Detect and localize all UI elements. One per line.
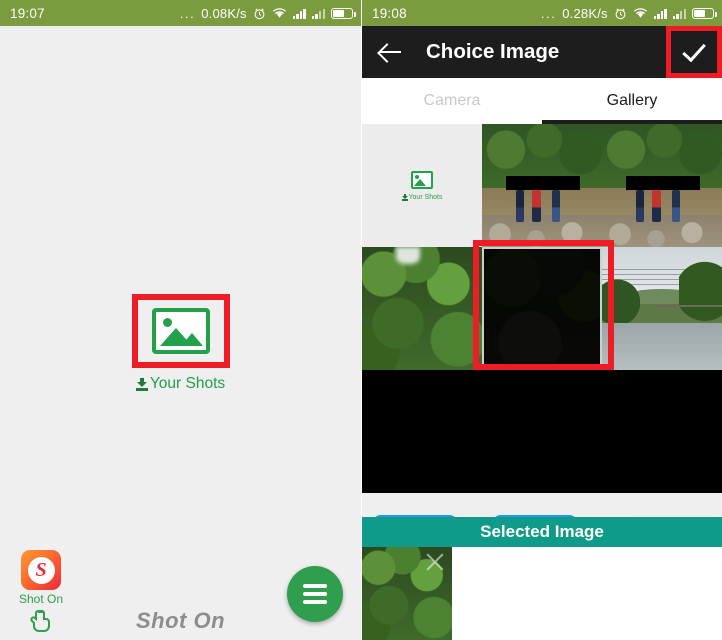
remove-x-icon[interactable] — [424, 551, 446, 573]
gallery-placeholder-label: Your Shots — [408, 193, 443, 201]
gallery-row — [362, 370, 722, 493]
chat-bubble-text: Jadi udh sold out semua kak xiaomi redmi… — [491, 515, 578, 517]
hamburger-menu-icon — [303, 584, 327, 588]
gallery-cell-river-people-2[interactable] — [602, 124, 722, 247]
selected-image-header: Selected Image — [362, 517, 722, 547]
wifi-icon — [633, 7, 648, 19]
gallery-cell-your-shots[interactable]: Your Shots — [362, 124, 482, 247]
chat-bubble-text: Kuota yg baru akan ditambah pada besok j… — [371, 515, 458, 517]
app-bar: Choice Image — [362, 26, 722, 78]
check-icon — [682, 37, 706, 63]
wifi-icon — [272, 7, 287, 19]
gallery-cell-river-bridge[interactable] — [602, 247, 722, 370]
status-time: 19:07 — [10, 5, 45, 21]
your-shots-label: Your Shots — [149, 375, 226, 392]
back-arrow-icon[interactable] — [378, 39, 404, 65]
left-app-body: Your Shots S Shot On Shot On — [0, 26, 361, 640]
gallery-cell-black-1[interactable] — [362, 370, 482, 493]
confirm-selection-button[interactable] — [666, 26, 722, 78]
signal-icon-secondary — [672, 8, 686, 19]
gallery-row — [362, 247, 722, 370]
red-highlight-box-placeholder — [131, 294, 230, 368]
shot-on-icon-letter: S — [27, 556, 55, 584]
status-more-dots: ... — [179, 5, 196, 21]
gallery-row: Your Shots — [362, 124, 722, 247]
selected-image-area — [362, 547, 722, 640]
gallery-cell-chat-2[interactable]: Jadi udh sold out semua kak xiaomi redmi… — [482, 493, 602, 517]
gallery-grid[interactable]: Your Shots — [362, 124, 722, 517]
gallery-cell-black-3[interactable] — [602, 370, 722, 493]
your-shots-label-row: Your Shots — [135, 375, 226, 393]
signal-icon — [653, 8, 667, 19]
gallery-cell-green-forest[interactable] — [362, 247, 482, 370]
battery-icon — [331, 7, 356, 19]
alarm-icon — [614, 7, 627, 20]
gallery-placeholder-label-row: Your Shots — [401, 193, 443, 201]
gallery-cell-river-people-1[interactable] — [482, 124, 602, 247]
chat-bubble-text: Hai Kakak Rafli , selamat datang di Laya… — [628, 515, 713, 517]
gallery-cell-chat-3[interactable]: Hai Kakak Rafli , selamat datang di Laya… — [602, 493, 722, 517]
shot-on-app-icon[interactable]: S — [21, 550, 61, 590]
gallery-cell-black-2[interactable] — [482, 370, 602, 493]
status-time: 19:08 — [372, 5, 407, 21]
selected-image-thumbnail[interactable] — [362, 547, 452, 640]
image-placeholder-icon[interactable] — [151, 308, 210, 354]
menu-fab-button[interactable] — [287, 566, 343, 622]
alarm-icon — [253, 7, 266, 20]
download-icon — [135, 377, 148, 391]
selected-image-title: Selected Image — [480, 522, 604, 541]
gallery-cell-chat-1[interactable]: Kuota yg baru akan ditambah pada besok j… — [362, 493, 482, 517]
download-icon — [401, 193, 408, 201]
tab-camera-label: Camera — [423, 92, 481, 109]
selected-cell-border — [482, 247, 602, 370]
left-screen: 19:07 ... 0.08K/s Your Shots S Shot On S… — [0, 0, 361, 640]
your-shots-placeholder[interactable]: Your Shots — [0, 294, 361, 393]
battery-icon — [692, 7, 717, 19]
tab-camera[interactable]: Camera — [362, 78, 542, 124]
gallery-cell-dark-forest-selected[interactable] — [482, 247, 602, 370]
gallery-row: Kuota yg baru akan ditambah pada besok j… — [362, 493, 722, 517]
tab-bar: Camera Gallery — [362, 78, 722, 124]
status-network-speed: 0.08K/s — [201, 5, 247, 21]
image-placeholder-icon — [411, 170, 433, 189]
status-more-dots: ... — [540, 5, 557, 21]
tab-gallery[interactable]: Gallery — [542, 78, 722, 124]
right-screen: 19:08 ... 0.28K/s Choice Image Camera Ga… — [361, 0, 722, 640]
status-network-speed: 0.28K/s — [562, 5, 608, 21]
signal-icon-secondary — [311, 8, 325, 19]
left-status-bar: 19:07 ... 0.08K/s — [0, 0, 361, 26]
dual-screenshot-container: 19:07 ... 0.08K/s Your Shots S Shot On S… — [0, 0, 722, 640]
shot-on-brand-label: Shot On — [18, 592, 64, 606]
tab-gallery-label: Gallery — [606, 92, 658, 109]
right-status-bar: 19:08 ... 0.28K/s — [362, 0, 722, 26]
signal-icon — [292, 8, 306, 19]
page-title: Choice Image — [426, 40, 560, 63]
